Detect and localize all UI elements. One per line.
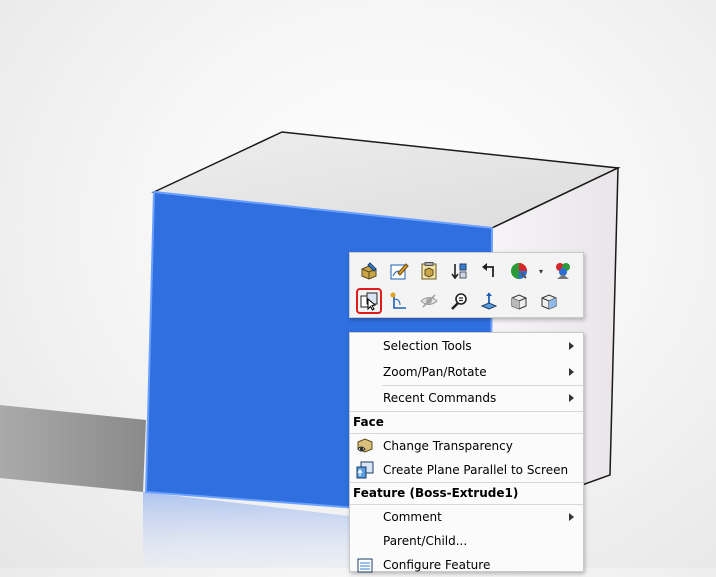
menu-item-zoom-pan-rotate[interactable]: Zoom/Pan/Rotate — [350, 360, 583, 384]
rollback-icon — [451, 263, 467, 280]
menu-item-selection-tools[interactable]: Selection Tools — [350, 334, 583, 358]
menu-item-comment[interactable]: Comment — [350, 505, 583, 529]
undo-arrow-icon — [482, 263, 494, 277]
edit-part-icon — [421, 262, 437, 280]
hide-button[interactable] — [416, 288, 442, 314]
menu-item-configure-feature[interactable]: Configure Feature — [350, 553, 583, 577]
floor-shadow — [0, 405, 146, 492]
menu-item-label: Comment — [383, 510, 442, 524]
menu-item-label: Parent/Child... — [383, 534, 468, 548]
zoom-to-selection-icon — [451, 293, 467, 310]
submenu-arrow-icon — [569, 394, 574, 402]
context-toolbar-row-2 — [356, 288, 562, 314]
menu-item-create-plane[interactable]: Create Plane Parallel to Screen — [350, 458, 583, 482]
appearance-button[interactable] — [506, 258, 532, 284]
appearance-dropdown-icon[interactable]: ▾ — [536, 258, 546, 284]
zoom-to-selection-button[interactable] — [446, 288, 472, 314]
edit-part-button[interactable] — [416, 258, 442, 284]
sketch-button[interactable] — [386, 288, 412, 314]
measure-button[interactable] — [476, 288, 502, 314]
normal-to-button[interactable] — [356, 288, 382, 314]
isometric-view-button[interactable] — [536, 288, 562, 314]
context-toolbar-row-1: ▾ — [356, 258, 576, 284]
menu-section-face: Face — [353, 415, 384, 429]
rollback-button[interactable] — [446, 258, 472, 284]
menu-item-label: Recent Commands — [383, 391, 497, 405]
edit-feature-button[interactable] — [356, 258, 382, 284]
submenu-arrow-icon — [569, 368, 574, 376]
transparency-icon — [356, 437, 374, 455]
hide-icon — [420, 294, 438, 308]
configure-feature-icon — [356, 556, 374, 574]
view-orientation-icon — [511, 294, 527, 310]
menu-item-change-transparency[interactable]: Change Transparency — [350, 434, 583, 458]
isometric-view-icon — [541, 294, 557, 310]
menu-item-label: Change Transparency — [383, 439, 513, 453]
edit-sketch-button[interactable] — [386, 258, 412, 284]
display-style-button[interactable] — [550, 258, 576, 284]
measure-icon — [480, 292, 498, 310]
menu-item-parent-child[interactable]: Parent/Child... — [350, 529, 583, 553]
edit-feature-icon — [361, 262, 377, 280]
submenu-arrow-icon — [569, 342, 574, 350]
menu-item-label: Zoom/Pan/Rotate — [383, 365, 487, 379]
edit-sketch-icon — [390, 263, 409, 280]
menu-item-recent-commands[interactable]: Recent Commands — [350, 386, 583, 410]
context-toolbar: ▾ — [349, 252, 584, 318]
view-orientation-button[interactable] — [506, 288, 532, 314]
menu-section-feature: Feature (Boss-Extrude1) — [353, 486, 519, 500]
menu-item-label: Create Plane Parallel to Screen — [383, 463, 569, 477]
submenu-arrow-icon — [569, 513, 574, 521]
menu-item-label: Selection Tools — [383, 339, 472, 353]
undo-button[interactable] — [476, 258, 502, 284]
context-menu: Selection Tools Zoom/Pan/Rotate Recent C… — [349, 332, 584, 573]
menu-item-label: Configure Feature — [383, 558, 491, 572]
sketch-icon — [390, 292, 406, 309]
plane-parallel-icon — [356, 461, 374, 479]
normal-to-view-icon — [360, 292, 378, 311]
appearance-icon — [511, 263, 527, 279]
display-style-icon — [556, 263, 570, 279]
